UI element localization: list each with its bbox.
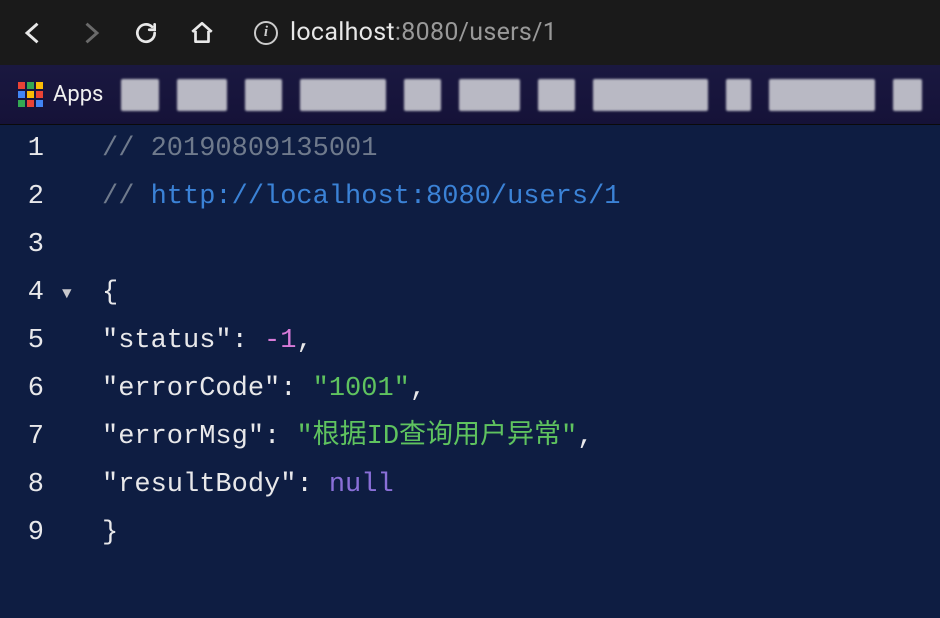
line-number: 1 <box>0 125 44 173</box>
code-line: } <box>60 509 940 557</box>
code-area[interactable]: ▼ // 20190809135001 // http://localhost:… <box>60 125 940 618</box>
forward-button[interactable] <box>76 19 104 47</box>
back-button[interactable] <box>20 19 48 47</box>
fold-toggle-icon[interactable]: ▼ <box>62 285 72 303</box>
address-bar[interactable]: i localhost:8080/users/1 <box>254 18 557 47</box>
line-number: 7 <box>0 413 44 461</box>
bookmark-item[interactable] <box>593 79 708 111</box>
bookmark-item[interactable] <box>538 79 575 111</box>
line-gutter: 1 2 3 4 5 6 7 8 9 <box>0 125 60 618</box>
code-line: "errorMsg": "根据ID查询用户异常", <box>60 413 940 461</box>
line-number: 2 <box>0 173 44 221</box>
bookmark-item[interactable] <box>404 79 441 111</box>
bookmark-item[interactable] <box>121 79 158 111</box>
code-line: "errorCode": "1001", <box>60 365 940 413</box>
json-viewer: 1 2 3 4 5 6 7 8 9 ▼ // 20190809135001 //… <box>0 125 940 618</box>
site-info-icon[interactable]: i <box>254 21 278 45</box>
browser-toolbar: i localhost:8080/users/1 <box>0 0 940 65</box>
line-number: 6 <box>0 365 44 413</box>
line-number: 3 <box>0 221 44 269</box>
code-line: "resultBody": null <box>60 461 940 509</box>
code-line <box>60 221 940 269</box>
bookmark-item[interactable] <box>245 79 282 111</box>
bookmark-item[interactable] <box>300 79 386 111</box>
code-line: "status": -1, <box>60 317 940 365</box>
home-button[interactable] <box>188 19 216 47</box>
url-text: localhost:8080/users/1 <box>290 18 557 47</box>
code-line: // http://localhost:8080/users/1 <box>60 173 940 221</box>
bookmarks-bar: Apps <box>0 65 940 125</box>
code-line: // 20190809135001 <box>60 125 940 173</box>
apps-label: Apps <box>53 82 103 107</box>
reload-button[interactable] <box>132 19 160 47</box>
bookmark-item[interactable] <box>177 79 228 111</box>
line-number: 4 <box>0 269 44 317</box>
bookmark-item[interactable] <box>726 79 751 111</box>
bookmark-item[interactable] <box>893 79 922 111</box>
line-number: 9 <box>0 509 44 557</box>
apps-button[interactable]: Apps <box>18 82 103 107</box>
nav-buttons <box>20 19 216 47</box>
bookmark-item[interactable] <box>769 79 874 111</box>
line-number: 8 <box>0 461 44 509</box>
bookmark-item[interactable] <box>459 79 520 111</box>
code-line: { <box>60 269 940 317</box>
line-number: 5 <box>0 317 44 365</box>
apps-icon <box>18 82 43 107</box>
